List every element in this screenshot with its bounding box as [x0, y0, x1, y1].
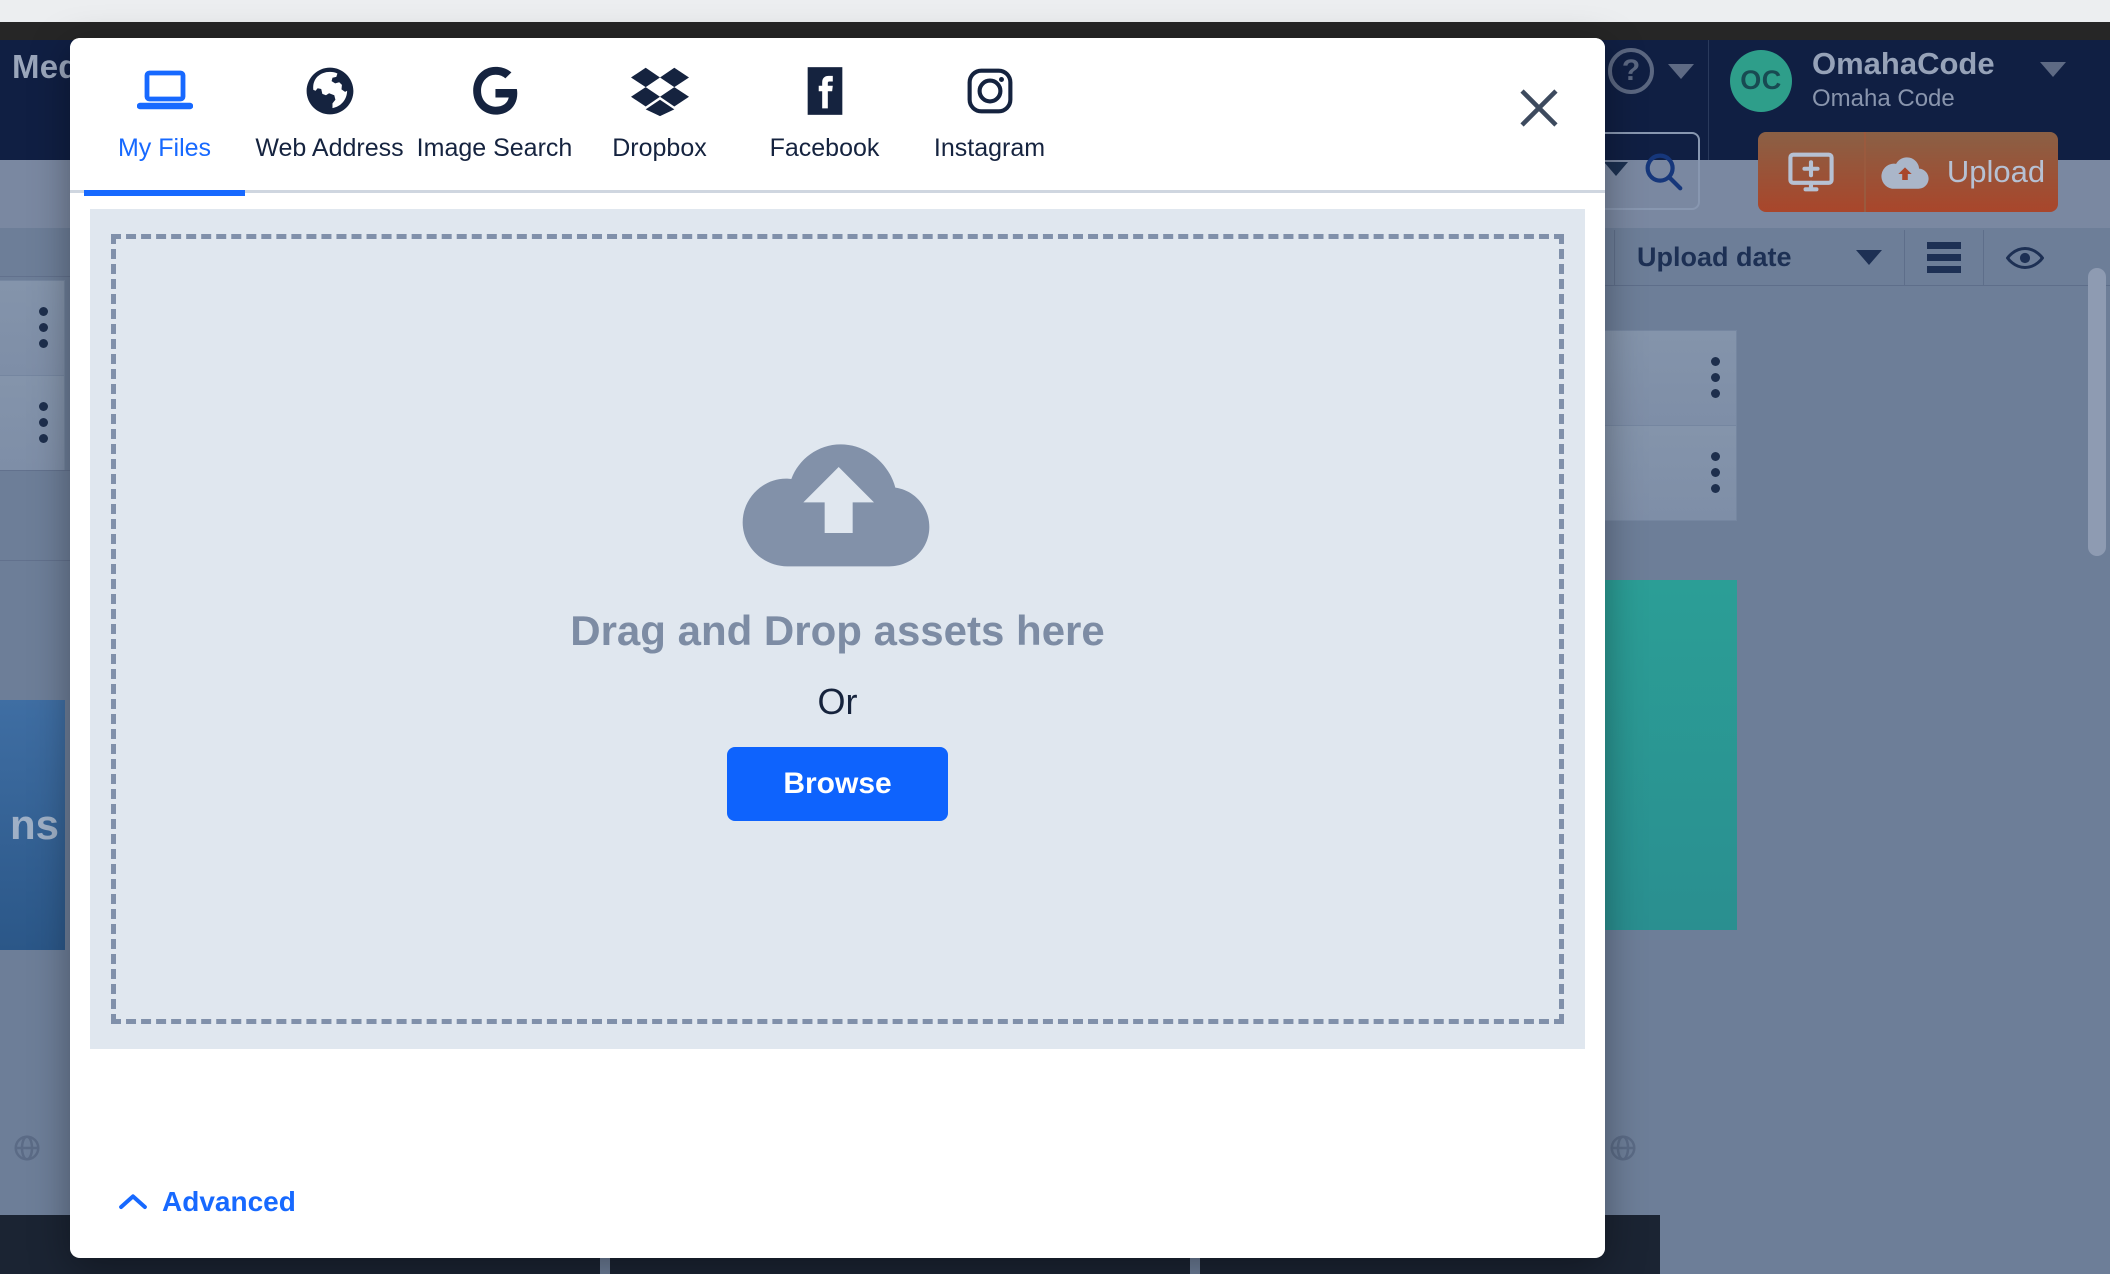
chevron-down-icon — [1856, 250, 1882, 265]
dropzone-title: Drag and Drop assets here — [570, 606, 1105, 654]
more-options-icon[interactable] — [39, 402, 48, 443]
chevron-down-icon — [1668, 63, 1694, 79]
scrollbar-thumb[interactable] — [2088, 268, 2106, 556]
advanced-toggle[interactable]: Advanced — [118, 1186, 296, 1218]
cloud-upload-icon — [1881, 157, 1929, 189]
asset-card[interactable] — [1592, 330, 1737, 426]
advanced-label: Advanced — [162, 1186, 296, 1217]
globe-icon — [303, 60, 357, 122]
tab-label: Dropbox — [612, 134, 707, 162]
globe-icon — [14, 1135, 40, 1161]
asset-card[interactable] — [1592, 425, 1737, 521]
row-divider — [0, 470, 80, 471]
instagram-icon — [964, 60, 1016, 122]
tab-label: Facebook — [769, 134, 880, 162]
cloud-upload-icon — [738, 438, 938, 577]
modal-tabs: My Files Web Address Image Search Dropbo… — [70, 38, 1605, 196]
sort-by-dropdown[interactable]: Upload date — [1614, 229, 1904, 286]
tab-image-search[interactable]: Image Search — [412, 38, 577, 193]
eye-icon — [2006, 246, 2044, 269]
close-icon — [1520, 89, 1558, 127]
account-name: OmahaCode — [1812, 46, 1995, 81]
dropbox-icon — [630, 60, 689, 122]
more-options-icon[interactable] — [1711, 357, 1720, 398]
dropzone-or-label: Or — [817, 680, 858, 722]
close-button[interactable] — [1511, 80, 1567, 136]
modal-body: Drag and Drop assets here Or Browse — [70, 193, 1605, 1148]
modal-tab-bar: My Files Web Address Image Search Dropbo… — [70, 38, 1605, 196]
browse-button[interactable]: Browse — [727, 746, 948, 821]
upload-button[interactable]: Upload — [1866, 132, 2058, 212]
chevron-up-icon — [119, 1194, 147, 1209]
tab-instagram[interactable]: Instagram — [907, 38, 1072, 193]
globe-icon — [1610, 1135, 1636, 1161]
tab-label: Image Search — [416, 134, 573, 162]
tab-label: Web Address — [255, 134, 404, 162]
account-menu[interactable]: OC OmahaCode Omaha Code — [1730, 46, 1995, 114]
asset-card[interactable] — [0, 280, 65, 376]
add-screen-icon — [1788, 152, 1834, 192]
sort-by-label: Upload date — [1637, 242, 1792, 272]
browser-chrome-strip — [0, 0, 2110, 22]
asset-thumbnail[interactable]: ns — [0, 700, 65, 950]
upload-button-label: Upload — [1946, 154, 2046, 189]
help-menu[interactable]: ? — [1608, 48, 1694, 94]
list-view-button[interactable] — [1904, 229, 1983, 286]
account-chevron-down-icon[interactable] — [2040, 62, 2066, 77]
navbar-divider — [1708, 40, 1709, 160]
add-screen-button[interactable] — [1758, 132, 1866, 212]
asset-thumbnail-label: ns — [9, 801, 59, 848]
asset-thumbnail[interactable] — [1592, 580, 1737, 930]
more-options-icon[interactable] — [39, 307, 48, 348]
tab-facebook[interactable]: Facebook — [742, 38, 907, 193]
modal-footer: Advanced — [70, 1148, 1605, 1256]
more-options-icon[interactable] — [1711, 452, 1720, 493]
sort-toolbar: Upload date — [1540, 229, 2110, 286]
upload-button-group[interactable]: Upload — [1758, 132, 2058, 212]
tab-label: My Files — [117, 134, 212, 162]
list-view-icon — [1927, 242, 1961, 273]
tab-my-files[interactable]: My Files — [82, 38, 247, 196]
facebook-icon — [801, 60, 849, 122]
question-mark-icon: ? — [1608, 48, 1654, 94]
tab-web-address[interactable]: Web Address — [247, 38, 412, 193]
row-divider — [0, 560, 80, 561]
upload-assets-modal: My Files Web Address Image Search Dropbo… — [70, 38, 1605, 1258]
tab-dropbox[interactable]: Dropbox — [577, 38, 742, 193]
google-g-icon — [470, 60, 520, 122]
account-subtitle: Omaha Code — [1812, 84, 1955, 112]
dropzone-container: Drag and Drop assets here Or Browse — [90, 209, 1585, 1049]
asset-card[interactable] — [0, 375, 65, 471]
tab-label: Instagram — [933, 134, 1046, 162]
search-icon[interactable] — [1640, 148, 1686, 194]
avatar: OC — [1730, 49, 1792, 112]
laptop-icon — [136, 60, 193, 122]
row-divider — [0, 276, 80, 277]
file-dropzone[interactable]: Drag and Drop assets here Or Browse — [111, 234, 1564, 1024]
preview-toggle-button[interactable] — [1983, 229, 2066, 286]
